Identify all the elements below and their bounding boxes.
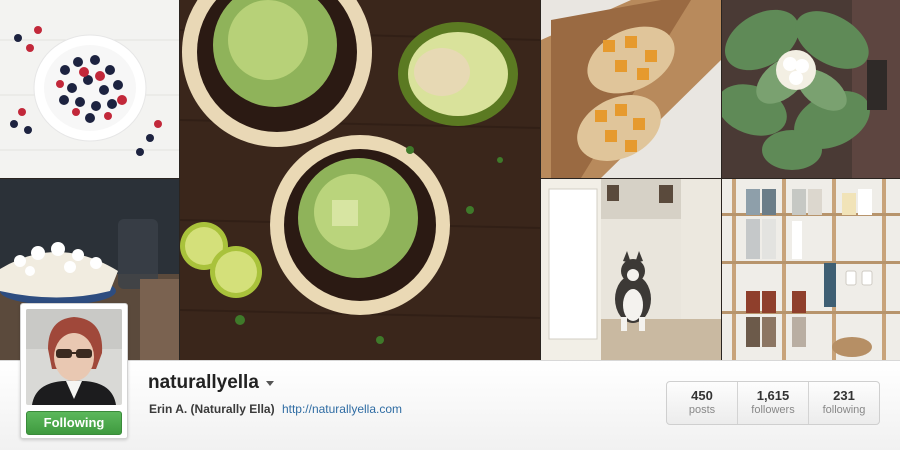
stat-following-value: 231 <box>833 388 855 403</box>
stat-followers-label: followers <box>751 404 795 416</box>
photo-sweet-potato-toast[interactable] <box>541 0 721 178</box>
stat-following[interactable]: 231 following <box>809 382 879 424</box>
photo-towel-rack[interactable] <box>722 179 900 360</box>
following-button[interactable]: Following <box>26 411 122 435</box>
photo-husky[interactable] <box>541 179 721 360</box>
photo-berries[interactable] <box>0 0 179 178</box>
bio: Erin A. (Naturally Ella) http://naturall… <box>149 402 402 416</box>
avatar-card: Following <box>20 303 128 439</box>
website-link[interactable]: http://naturallyella.com <box>282 402 402 416</box>
stat-posts[interactable]: 450 posts <box>667 382 738 424</box>
chevron-down-icon[interactable] <box>265 380 274 386</box>
stats-box: 450 posts 1,615 followers 231 following <box>666 381 880 425</box>
username-row: naturallyella <box>148 372 274 394</box>
photo-mosaic <box>0 0 900 360</box>
stat-posts-value: 450 <box>691 388 713 403</box>
full-name: Erin A. (Naturally Ella) <box>149 402 275 416</box>
username: naturallyella <box>148 372 259 393</box>
stat-posts-label: posts <box>688 404 716 416</box>
photo-tostadas[interactable] <box>180 0 540 360</box>
stat-followers[interactable]: 1,615 followers <box>738 382 809 424</box>
photo-cauliflower-plant[interactable] <box>722 0 900 178</box>
stat-followers-value: 1,615 <box>756 388 790 403</box>
avatar[interactable] <box>26 309 122 405</box>
stat-following-label: following <box>822 404 866 416</box>
